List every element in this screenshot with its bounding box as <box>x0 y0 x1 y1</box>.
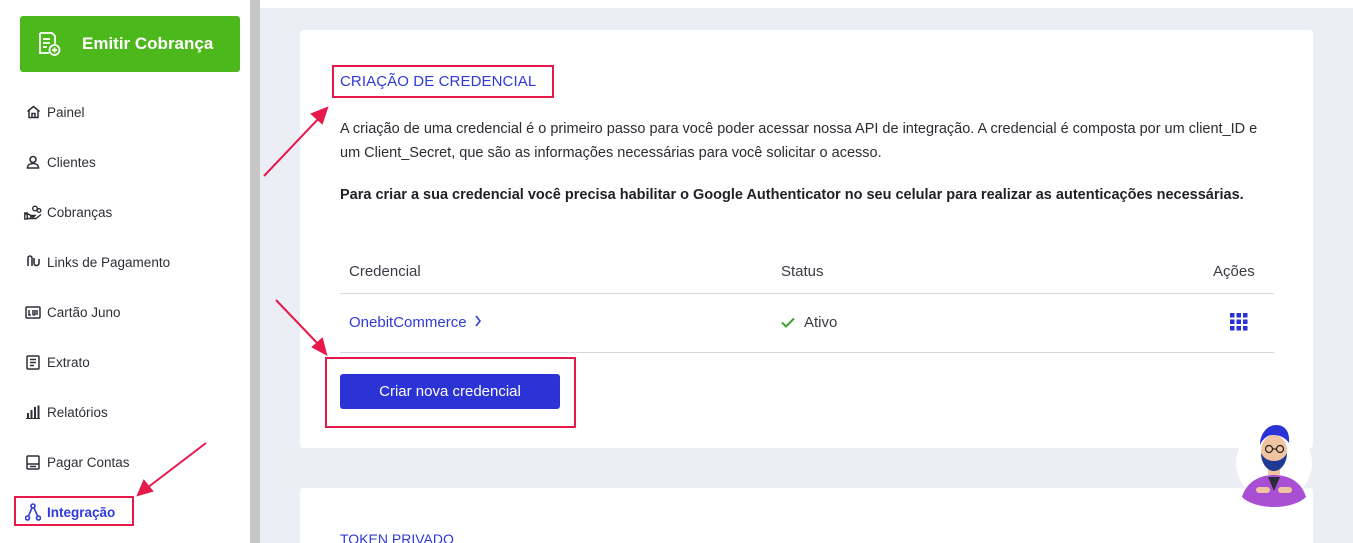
table-row: OnebitCommerce Ativo <box>340 294 1274 353</box>
sidebar-item-cobrancas[interactable]: Cobranças <box>0 187 250 237</box>
support-assistant-avatar[interactable] <box>1232 415 1318 507</box>
card-notice: Para criar a sua credencial você precisa… <box>340 187 1244 203</box>
column-header-credential: Credencial <box>349 263 421 280</box>
top-bar <box>260 0 1353 8</box>
sidebar-item-extrato[interactable]: Extrato <box>0 337 250 387</box>
sidebar-item-label: Cobranças <box>47 204 113 220</box>
credential-name: OnebitCommerce <box>349 314 467 331</box>
column-header-actions: Ações <box>1213 263 1255 280</box>
sidebar-item-label: Painel <box>47 104 85 120</box>
sidebar-nav: Painel Clientes Cobranças Links de Pagam… <box>0 87 250 537</box>
title-highlight-box <box>332 65 554 98</box>
sidebar-item-links-de-pagamento[interactable]: Links de Pagamento <box>0 237 250 287</box>
actions-grid-icon[interactable] <box>1230 313 1248 331</box>
sidebar-item-label: Relatórios <box>47 404 108 420</box>
sidebar-item-painel[interactable]: Painel <box>0 87 250 137</box>
check-icon <box>781 315 795 331</box>
emit-charge-label: Emitir Cobrança <box>82 34 214 53</box>
status-text: Ativo <box>804 314 838 331</box>
credential-link[interactable]: OnebitCommerce <box>349 314 482 331</box>
barcode-icon <box>24 454 42 470</box>
sidebar-item-label: Extrato <box>47 354 90 370</box>
card-description: A criação de uma credencial é o primeiro… <box>340 121 1258 161</box>
card-icon <box>24 304 42 320</box>
invoice-add-icon <box>36 31 62 57</box>
bar-chart-icon <box>24 404 42 420</box>
document-icon <box>24 354 42 370</box>
sidebar-item-relatorios[interactable]: Relatórios <box>0 387 250 437</box>
status-cell: Ativo <box>781 314 837 331</box>
user-icon <box>24 154 42 170</box>
credential-table: Credencial Status Ações OnebitCommerce A… <box>340 253 1274 353</box>
hand-coins-icon <box>24 204 42 220</box>
token-card-title: TOKEN PRIVADO <box>340 531 454 543</box>
sidebar-item-pagar-contas[interactable]: Pagar Contas <box>0 437 250 487</box>
sidebar-scrollbar[interactable] <box>250 0 260 543</box>
sidebar-item-label: Links de Pagamento <box>47 254 171 270</box>
token-card: TOKEN PRIVADO <box>300 488 1313 543</box>
sidebar-item-clientes[interactable]: Clientes <box>0 137 250 187</box>
column-header-status: Status <box>781 263 824 280</box>
integration-highlight-box <box>14 496 134 526</box>
chevron-right-icon <box>471 314 482 331</box>
sidebar-item-label: Cartão Juno <box>47 304 121 320</box>
sidebar-item-label: Clientes <box>47 154 96 170</box>
table-header: Credencial Status Ações <box>340 253 1274 294</box>
sidebar: Emitir Cobrança Painel Clientes Cobrança… <box>0 0 250 543</box>
emit-charge-button[interactable]: Emitir Cobrança <box>20 16 240 72</box>
home-icon <box>24 104 42 120</box>
create-button-highlight-box <box>325 357 576 428</box>
sidebar-item-cartao-juno[interactable]: Cartão Juno <box>0 287 250 337</box>
sidebar-item-label: Pagar Contas <box>47 454 130 470</box>
link-icon <box>24 254 42 270</box>
